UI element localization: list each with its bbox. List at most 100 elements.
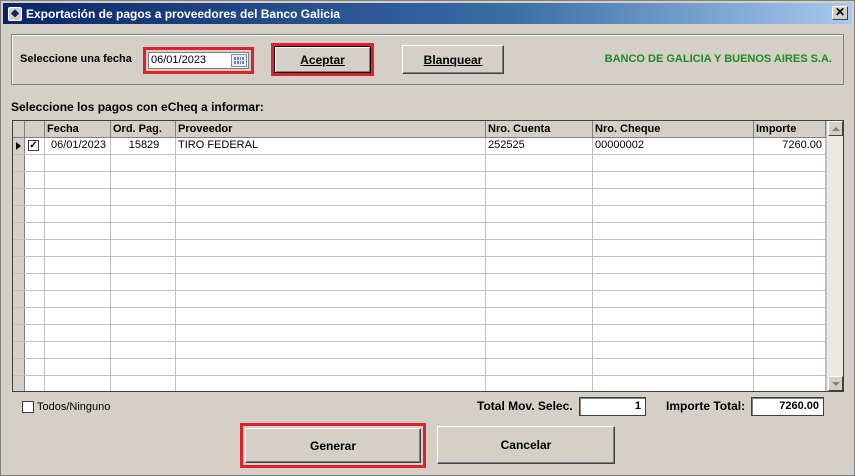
cell-importe	[754, 308, 826, 324]
row-checkbox-cell[interactable]	[25, 274, 45, 290]
date-field[interactable]: 06/01/2023	[148, 52, 249, 69]
row-checkbox-cell[interactable]	[25, 308, 45, 324]
row-checkbox-cell[interactable]	[25, 325, 45, 341]
cell-fecha	[45, 189, 111, 205]
row-checkbox-cell[interactable]	[25, 172, 45, 188]
row-checkbox-cell[interactable]	[25, 189, 45, 205]
cancelar-button[interactable]: Cancelar	[437, 426, 615, 464]
vertical-scrollbar[interactable]	[826, 121, 843, 391]
row-checkbox-cell[interactable]	[25, 291, 45, 307]
cell-nro-cheque	[593, 189, 754, 205]
header-importe[interactable]: Importe	[754, 121, 826, 138]
bank-name: BANCO DE GALICIA Y BUENOS AIRES S.A.	[604, 53, 832, 65]
row-indicator	[13, 308, 25, 324]
date-label: Seleccione una fecha	[20, 53, 132, 65]
row-checkbox-cell[interactable]	[25, 240, 45, 256]
row-checkbox-cell[interactable]	[25, 155, 45, 171]
row-checkbox-cell[interactable]	[25, 359, 45, 375]
header-ord-pag[interactable]: Ord. Pag.	[111, 121, 176, 138]
cell-importe	[754, 359, 826, 375]
cell-nro-cuenta	[486, 291, 593, 307]
cell-nro-cheque	[593, 325, 754, 341]
row-checkbox-cell[interactable]	[25, 206, 45, 222]
table-row[interactable]	[13, 359, 826, 376]
calendar-icon[interactable]	[231, 54, 247, 67]
date-value: 06/01/2023	[151, 54, 207, 66]
generar-button[interactable]: Generar	[245, 428, 421, 463]
cell-proveedor	[176, 325, 486, 341]
table-row[interactable]	[13, 223, 826, 240]
cell-nro-cuenta	[486, 274, 593, 290]
close-button[interactable]: ✕	[832, 6, 848, 20]
cell-fecha	[45, 223, 111, 239]
select-all-toggle[interactable]: Todos/Ninguno	[22, 401, 110, 413]
header-nro-cheque[interactable]: Nro. Cheque	[593, 121, 754, 138]
table-row[interactable]	[13, 206, 826, 223]
table-row[interactable]	[13, 240, 826, 257]
cell-nro-cuenta	[486, 342, 593, 358]
table-row[interactable]	[13, 274, 826, 291]
table-row[interactable]	[13, 172, 826, 189]
scroll-up-button[interactable]	[828, 121, 843, 136]
row-indicator	[13, 240, 25, 256]
row-checkbox-cell[interactable]	[25, 257, 45, 273]
row-indicator	[13, 172, 25, 188]
cell-importe	[754, 325, 826, 341]
cell-nro-cuenta	[486, 172, 593, 188]
header-check	[25, 121, 45, 138]
cell-nro-cheque	[593, 359, 754, 375]
title-bar[interactable]: ◆ Exportación de pagos a proveedores del…	[3, 3, 852, 24]
cell-ord-pag	[111, 223, 176, 239]
cell-nro-cuenta	[486, 325, 593, 341]
cell-importe	[754, 342, 826, 358]
payments-grid[interactable]: Fecha Ord. Pag. Proveedor Nro. Cuenta Nr…	[12, 120, 844, 392]
row-checkbox-cell[interactable]: ✓	[25, 138, 45, 154]
cell-nro-cuenta	[486, 155, 593, 171]
scroll-down-button[interactable]	[828, 376, 843, 391]
row-checkbox[interactable]: ✓	[28, 140, 39, 151]
cell-proveedor	[176, 257, 486, 273]
header-nro-cuenta[interactable]: Nro. Cuenta	[486, 121, 593, 138]
cell-importe	[754, 257, 826, 273]
row-checkbox-cell[interactable]	[25, 376, 45, 391]
row-checkbox-cell[interactable]	[25, 223, 45, 239]
table-row[interactable]	[13, 257, 826, 274]
aceptar-button[interactable]: Aceptar	[274, 46, 371, 73]
cell-nro-cuenta: 252525	[486, 138, 593, 154]
table-row[interactable]	[13, 376, 826, 391]
cell-nro-cuenta	[486, 223, 593, 239]
cell-fecha	[45, 240, 111, 256]
cell-nro-cheque	[593, 291, 754, 307]
row-indicator	[13, 291, 25, 307]
cell-proveedor: TIRO FEDERAL	[176, 138, 486, 154]
select-all-checkbox[interactable]	[22, 401, 34, 413]
table-row[interactable]	[13, 342, 826, 359]
blanquear-button[interactable]: Blanquear	[402, 45, 504, 74]
row-indicator	[13, 138, 25, 154]
total-importe-value: 7260.00	[751, 397, 824, 416]
row-indicator	[13, 274, 25, 290]
table-row[interactable]: ✓ 06/01/2023 15829 TIRO FEDERAL 252525 000000…	[13, 138, 826, 155]
cell-proveedor	[176, 376, 486, 391]
table-row[interactable]	[13, 291, 826, 308]
table-row[interactable]	[13, 308, 826, 325]
table-row[interactable]	[13, 155, 826, 172]
cell-fecha	[45, 155, 111, 171]
date-filter-panel: Seleccione una fecha 06/01/2023 Aceptar …	[11, 34, 844, 85]
table-row[interactable]	[13, 325, 826, 342]
row-indicator	[13, 206, 25, 222]
cell-proveedor	[176, 274, 486, 290]
grid-header: Fecha Ord. Pag. Proveedor Nro. Cuenta Nr…	[13, 121, 826, 138]
cell-fecha	[45, 291, 111, 307]
header-fecha[interactable]: Fecha	[45, 121, 111, 138]
cell-proveedor	[176, 291, 486, 307]
table-row[interactable]	[13, 189, 826, 206]
cell-nro-cheque	[593, 155, 754, 171]
total-importe-label: Importe Total:	[666, 399, 746, 413]
cell-nro-cheque	[593, 308, 754, 324]
scroll-down-icon	[831, 381, 840, 386]
select-all-label: Todos/Ninguno	[37, 401, 111, 413]
row-indicator	[13, 342, 25, 358]
header-proveedor[interactable]: Proveedor	[176, 121, 486, 138]
row-checkbox-cell[interactable]	[25, 342, 45, 358]
